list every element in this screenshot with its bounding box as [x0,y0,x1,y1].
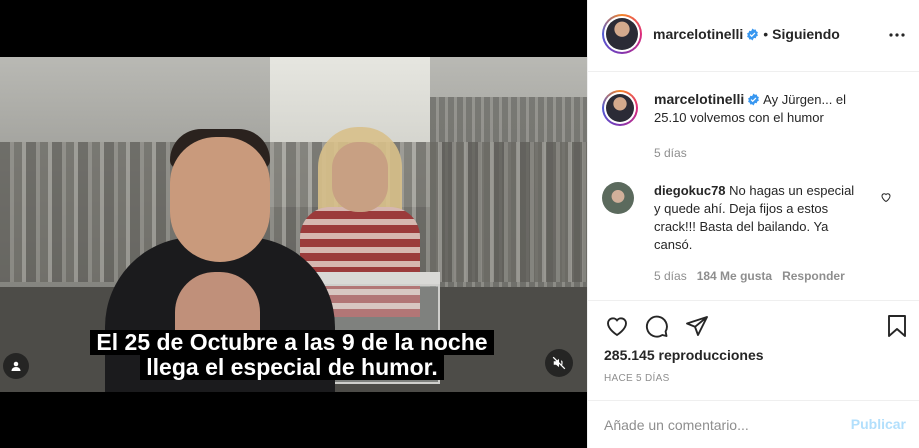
author-avatar[interactable] [602,14,642,54]
post-actions: 285.145 reproducciones HACE 5 DÍAS [588,300,919,412]
tagged-users-button[interactable] [3,353,29,379]
separator-dot: • [763,26,769,42]
comment-text-block: diegokuc78 No hagas un especial y quede … [654,182,864,254]
reply-button[interactable]: Responder [782,269,845,283]
comment-button[interactable] [644,313,670,339]
header-user-line: marcelotinelli • Siguiendo [653,26,840,42]
instagram-post: El 25 de Octubre a las 9 de la noche lle… [0,0,919,448]
share-button[interactable] [684,313,710,339]
like-comment-button[interactable] [880,190,892,203]
muted-speaker-icon [552,356,566,370]
subtitle-line-2: llega el especial de humor. [140,355,444,380]
user-tag-icon [11,361,21,371]
verified-badge-icon [748,93,760,106]
caption-text-block: marcelotinelli Ay Jürgen... el 25.10 vol… [654,90,874,127]
following-button[interactable]: Siguiendo [772,26,840,42]
comment-meta: 5 días 184 Me gusta Responder [654,269,845,283]
avatar-image [606,94,634,122]
comment-time[interactable]: 5 días [654,269,687,283]
video-subtitle: El 25 de Octubre a las 9 de la noche lle… [83,330,501,380]
more-horizontal-icon [889,33,905,37]
more-options-button[interactable] [888,26,906,44]
like-button[interactable] [604,313,630,339]
comment-username[interactable]: diegokuc78 [654,183,726,198]
verified-badge-icon [747,28,759,41]
avatar-image [606,18,638,50]
caption: marcelotinelli Ay Jürgen... el 25.10 vol… [602,90,902,180]
post-timestamp[interactable]: HACE 5 DÍAS [604,373,670,384]
comment-bubble-icon [645,315,668,338]
paper-plane-icon [686,316,708,336]
commenter-avatar[interactable] [602,182,634,214]
heart-outline-icon [881,193,891,203]
heart-icon [607,317,627,337]
subtitle-line-1: El 25 de Octubre a las 9 de la noche [90,330,494,355]
comments-list[interactable]: marcelotinelli Ay Jürgen... el 25.10 vol… [588,72,919,300]
bookmark-icon [888,315,906,337]
host-face [170,137,270,262]
mute-toggle-button[interactable] [545,349,573,377]
view-count[interactable]: 285.145 reproducciones [604,347,764,363]
publish-button[interactable]: Publicar [851,416,906,432]
video-player[interactable]: El 25 de Octubre a las 9 de la noche lle… [0,0,587,448]
comment-composer: Publicar [588,400,919,448]
caption-time[interactable]: 5 días [654,146,687,160]
balcony-rail [315,272,440,284]
wig-character-face [332,142,388,212]
post-header: marcelotinelli • Siguiendo [588,0,919,72]
caption-username[interactable]: marcelotinelli [654,91,744,107]
post-sidebar: marcelotinelli • Siguiendo marcelotinelli … [587,0,919,448]
author-username[interactable]: marcelotinelli [653,26,743,42]
comment-item: diegokuc78 No hagas un especial y quede … [602,182,902,292]
comment-likes[interactable]: 184 Me gusta [697,269,772,283]
caption-meta: 5 días [654,146,687,160]
caption-avatar[interactable] [602,90,638,126]
comment-input[interactable] [604,413,834,437]
save-button[interactable] [884,313,910,339]
